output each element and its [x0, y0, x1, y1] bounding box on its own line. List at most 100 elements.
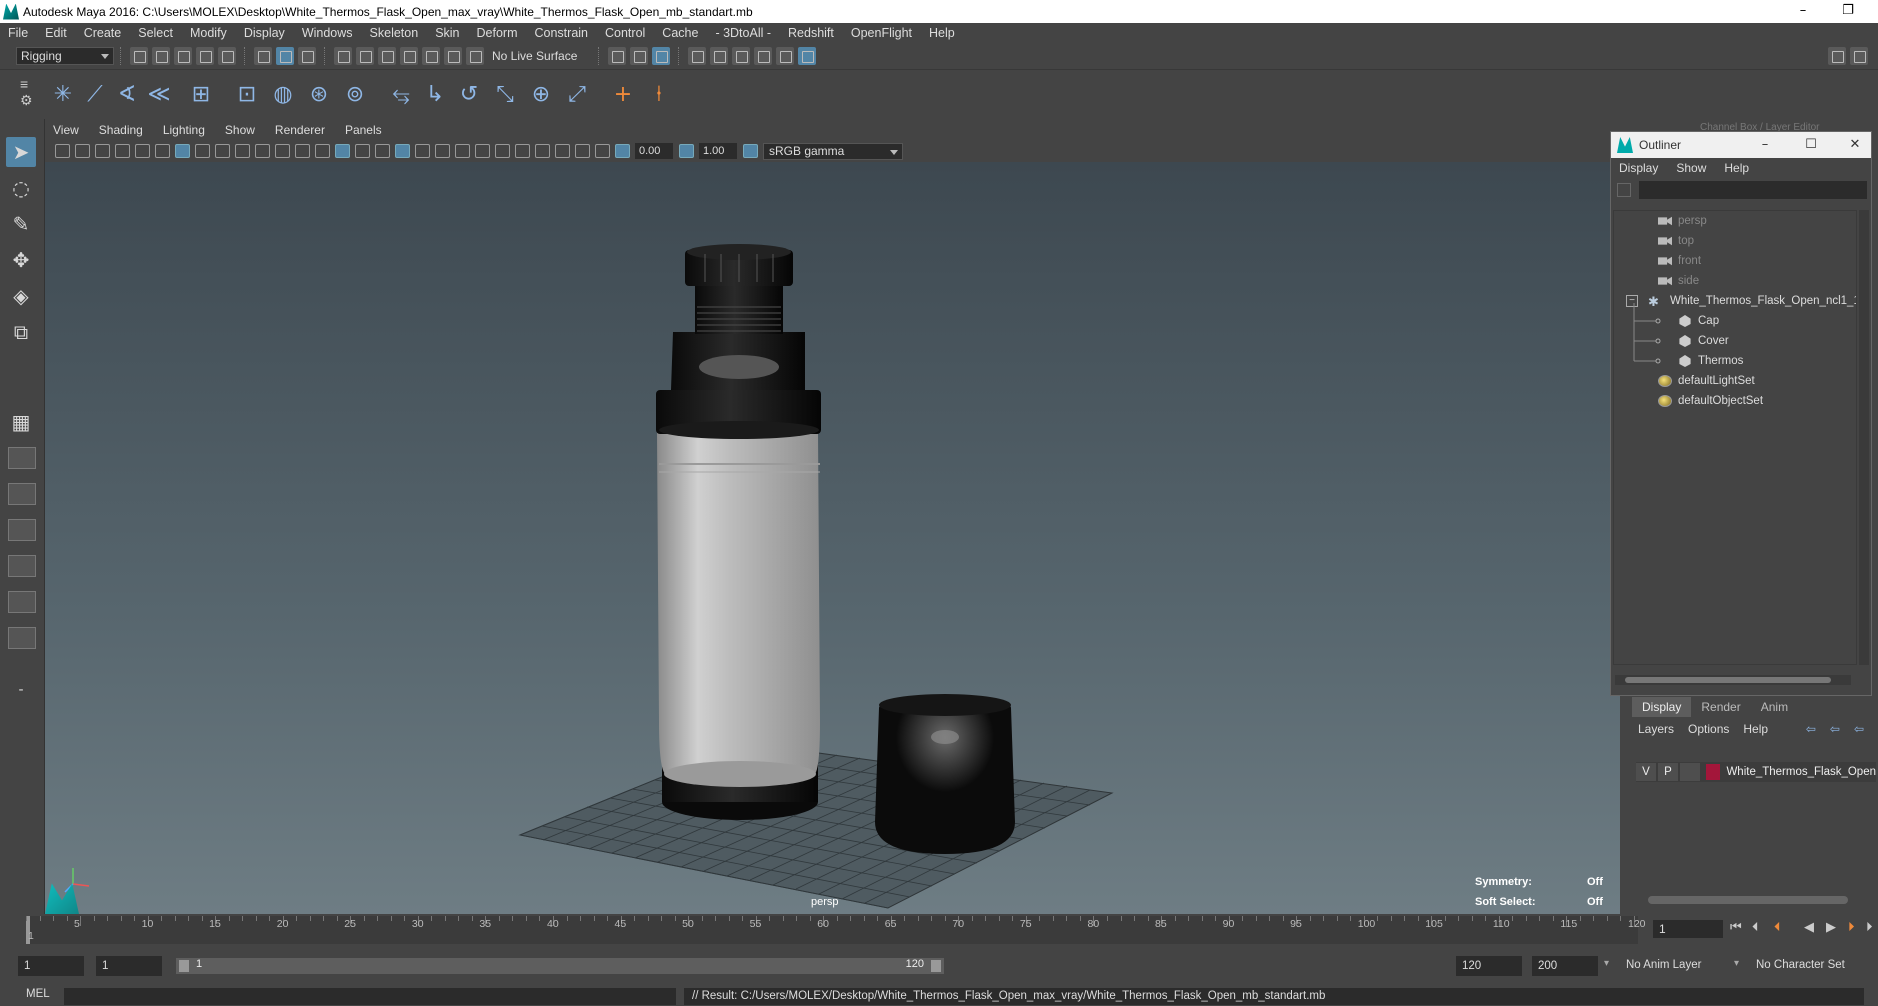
parent-constraint-icon[interactable]: ⊕ — [526, 78, 556, 110]
persp-uv-layout-icon[interactable] — [8, 591, 36, 613]
xray-joints-icon[interactable] — [575, 144, 590, 158]
snap-surface-icon[interactable] — [422, 47, 440, 65]
outliner-item-default-light-set[interactable]: defaultLightSet — [1658, 371, 1755, 391]
outliner-search-input[interactable] — [1639, 181, 1867, 199]
move-tool-icon[interactable]: ✥ — [6, 245, 36, 275]
hypershade-icon[interactable] — [776, 47, 794, 65]
play-forwards-icon[interactable]: ▶ — [1826, 920, 1836, 935]
motion-blur-icon[interactable] — [475, 144, 490, 158]
menu-help[interactable]: Help — [929, 26, 955, 40]
filter-icon[interactable] — [1617, 183, 1631, 197]
skin-cluster-icon[interactable]: ⊚ — [340, 78, 370, 110]
outliner-item-cap[interactable]: Cap — [1678, 311, 1719, 331]
command-input[interactable] — [64, 988, 676, 1005]
select-component-icon[interactable] — [298, 47, 316, 65]
outliner-item-default-object-set[interactable]: defaultObjectSet — [1658, 391, 1763, 411]
gate-mask-icon[interactable] — [235, 144, 250, 158]
layer-menu-help[interactable]: Help — [1743, 722, 1768, 736]
persp-outliner-layout-icon[interactable] — [8, 483, 36, 505]
playback-start-field[interactable]: 1 — [96, 956, 162, 976]
menu-windows[interactable]: Windows — [302, 26, 353, 40]
default-material-icon[interactable] — [355, 144, 370, 158]
animation-end-field[interactable]: 200 — [1532, 956, 1598, 976]
outliner-item-persp[interactable]: persp — [1658, 211, 1707, 231]
outliner-item-side[interactable]: side — [1658, 271, 1699, 291]
exposure-icon[interactable] — [615, 144, 630, 158]
render-settings-icon[interactable] — [754, 47, 772, 65]
smooth-bind-icon[interactable]: ⊡ — [232, 78, 262, 110]
chevron-down-icon[interactable]: ▾ — [1604, 958, 1609, 969]
screen-space-ao-icon[interactable] — [455, 144, 470, 158]
depth-of-field-icon[interactable] — [515, 144, 530, 158]
outliner-item-top[interactable]: top — [1658, 231, 1694, 251]
outliner-maximize-button[interactable]: ☐ — [1797, 135, 1825, 155]
aim-constraint-icon[interactable]: ↳ — [420, 78, 450, 110]
rotate-tool-icon[interactable]: ◈ — [6, 281, 36, 311]
resolution-gate-icon[interactable] — [215, 144, 230, 158]
image-plane-icon[interactable] — [115, 144, 130, 158]
thermos-flask[interactable] — [656, 244, 821, 820]
more-layouts-icon[interactable]: - — [6, 675, 36, 705]
workspace-icon[interactable] — [1828, 47, 1846, 65]
play-backwards-icon[interactable]: ◀ — [1804, 920, 1814, 935]
menu-file[interactable]: File — [8, 26, 28, 40]
layer-menu-options[interactable]: Options — [1688, 722, 1729, 736]
panel-menu-view[interactable]: View — [53, 123, 79, 137]
layer-playback-toggle[interactable]: P — [1657, 763, 1678, 781]
tab-display[interactable]: Display — [1632, 697, 1692, 717]
joint-tool-icon[interactable]: ✳ — [48, 78, 78, 110]
menu-modify[interactable]: Modify — [190, 26, 227, 40]
safe-title-icon[interactable] — [295, 144, 310, 158]
select-tool-icon[interactable]: ➤ — [6, 137, 36, 167]
panel-menu-lighting[interactable]: Lighting — [163, 123, 205, 137]
time-ruler[interactable]: 1 5 10 15 20 25 30 35 40 45 50 55 60 65 70 75 80 85 90 95 1… — [26, 916, 1646, 944]
xray-components-icon[interactable] — [595, 144, 610, 158]
exposure-field[interactable]: 0.00 — [635, 143, 673, 159]
step-back-icon[interactable]: ⏴ — [1752, 920, 1759, 935]
outliner-menu-display[interactable]: Display — [1619, 161, 1658, 175]
xray-icon[interactable] — [555, 144, 570, 158]
render-frame-icon[interactable] — [710, 47, 728, 65]
current-frame-field[interactable]: 1 — [1653, 920, 1723, 938]
panel-menu-show[interactable]: Show — [225, 123, 255, 137]
outliner-minimize-button[interactable]: – — [1751, 135, 1779, 155]
outliner-menu-show[interactable]: Show — [1676, 161, 1706, 175]
single-perspective-layout-icon[interactable]: ▦ — [6, 407, 36, 437]
panel-menu-shading[interactable]: Shading — [99, 123, 143, 137]
playback-range-bar[interactable]: 1 120 — [176, 958, 944, 974]
four-view-layout-icon[interactable] — [8, 447, 36, 469]
menu-create[interactable]: Create — [84, 26, 122, 40]
panel-menu-panels[interactable]: Panels — [345, 123, 382, 137]
layer-menu-layers[interactable]: Layers — [1638, 722, 1674, 736]
thermos-cap[interactable] — [875, 694, 1015, 854]
smooth-shade-icon[interactable] — [335, 144, 350, 158]
orient-constraint-icon[interactable]: ↺ — [454, 78, 484, 110]
outliner-title-bar[interactable]: Outliner – ☐ ✕ — [1611, 132, 1871, 158]
step-back-key-icon[interactable]: ⏴ — [1774, 920, 1781, 935]
isolate-select-icon[interactable] — [535, 144, 550, 158]
playback-end-field[interactable]: 120 — [1456, 956, 1522, 976]
film-gate-icon[interactable] — [195, 144, 210, 158]
input-ops-icon[interactable] — [608, 47, 626, 65]
render-view-icon[interactable] — [688, 47, 706, 65]
output-ops-icon[interactable] — [630, 47, 648, 65]
outliner-item-cover[interactable]: Cover — [1678, 331, 1729, 351]
construction-history-icon[interactable] — [652, 47, 670, 65]
anim-layer-dropdown[interactable]: No Anim Layer — [1626, 959, 1701, 971]
textured-icon[interactable] — [395, 144, 410, 158]
ik-spline-icon[interactable]: ∢ — [112, 78, 142, 110]
persp-hypershade-layout-icon[interactable] — [8, 555, 36, 577]
redo-icon[interactable] — [218, 47, 236, 65]
snap-plane-icon[interactable] — [400, 47, 418, 65]
layer-color-swatch[interactable] — [1705, 764, 1721, 780]
gamma-icon[interactable] — [679, 144, 694, 158]
snap-curve-icon[interactable] — [356, 47, 374, 65]
time-slider[interactable]: 1 5 10 15 20 25 30 35 40 45 50 55 60 65 70 75 80 85 90 95 1… — [0, 914, 1878, 946]
tab-anim[interactable]: Anim — [1751, 697, 1798, 717]
grid-icon[interactable] — [175, 144, 190, 158]
outliner-horizontal-scrollbar[interactable] — [1615, 675, 1851, 685]
two-d-pan-icon[interactable] — [135, 144, 150, 158]
layer-scrollbar[interactable] — [1648, 896, 1848, 904]
anti-aliasing-icon[interactable] — [495, 144, 510, 158]
ipr-render-icon[interactable] — [732, 47, 750, 65]
